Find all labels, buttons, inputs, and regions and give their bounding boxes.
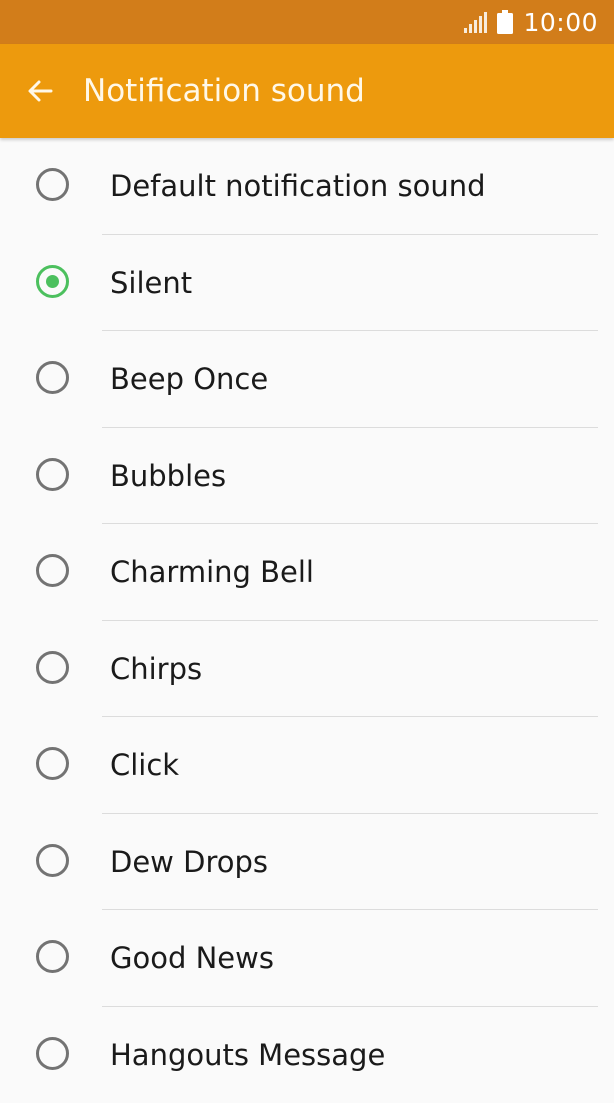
status-time: 10:00: [523, 8, 598, 37]
sound-option-chirps[interactable]: Chirps: [0, 621, 614, 718]
back-button[interactable]: [16, 67, 64, 115]
sound-option-label: Dew Drops: [110, 814, 268, 910]
sound-option-label: Beep Once: [110, 331, 268, 427]
radio-button[interactable]: [36, 168, 69, 201]
radio-button[interactable]: [36, 265, 69, 298]
sound-list: Default notification sound Silent Beep O…: [0, 138, 614, 1103]
radio-button[interactable]: [36, 651, 69, 684]
sound-option-silent[interactable]: Silent: [0, 235, 614, 332]
sound-option-good-news[interactable]: Good News: [0, 910, 614, 1007]
sound-option-click[interactable]: Click: [0, 717, 614, 814]
sound-option-hangouts-message[interactable]: Hangouts Message: [0, 1007, 614, 1103]
radio-button[interactable]: [36, 361, 69, 394]
radio-selected-dot: [46, 275, 59, 288]
sound-option-default-notification-sound[interactable]: Default notification sound: [0, 138, 614, 235]
sound-option-bubbles[interactable]: Bubbles: [0, 428, 614, 525]
sound-option-label: Charming Bell: [110, 524, 314, 620]
radio-button[interactable]: [36, 458, 69, 491]
sound-option-label: Silent: [110, 235, 192, 331]
radio-button[interactable]: [36, 747, 69, 780]
radio-button[interactable]: [36, 1037, 69, 1070]
radio-button[interactable]: [36, 940, 69, 973]
sound-option-dew-drops[interactable]: Dew Drops: [0, 814, 614, 911]
sound-option-charming-bell[interactable]: Charming Bell: [0, 524, 614, 621]
sound-option-label: Chirps: [110, 621, 202, 717]
sound-option-label: Good News: [110, 910, 274, 1006]
sound-option-label: Click: [110, 717, 179, 813]
app-bar: Notification sound: [0, 44, 614, 138]
signal-icon: [463, 11, 487, 33]
radio-button[interactable]: [36, 554, 69, 587]
battery-icon: [497, 10, 513, 34]
sound-option-label: Default notification sound: [110, 138, 486, 234]
status-icons: 10:00: [463, 0, 598, 44]
sound-option-label: Hangouts Message: [110, 1007, 385, 1103]
radio-button[interactable]: [36, 844, 69, 877]
sound-option-label: Bubbles: [110, 428, 226, 524]
sound-option-beep-once[interactable]: Beep Once: [0, 331, 614, 428]
back-arrow-icon: [25, 76, 55, 106]
page-title: Notification sound: [83, 44, 365, 138]
status-bar: 10:00: [0, 0, 614, 44]
